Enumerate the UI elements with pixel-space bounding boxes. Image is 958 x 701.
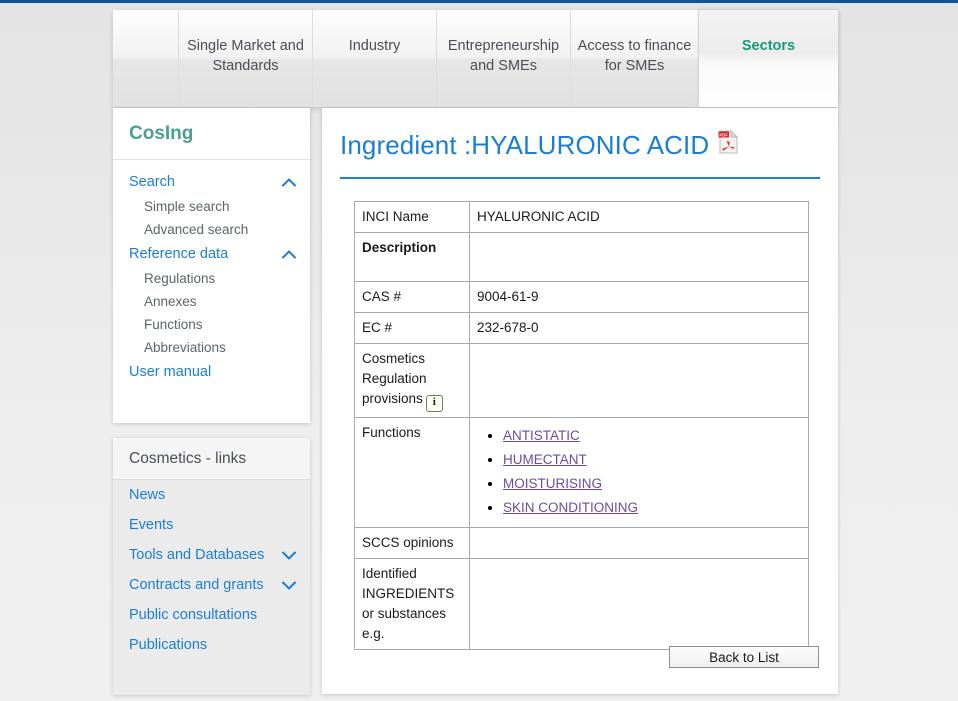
function-links-list: ANTISTATIC HUMECTANT MOISTURISING SKIN C… bbox=[477, 426, 801, 518]
row-label: Cosmetics Regulation provisionsi bbox=[355, 344, 470, 418]
table-row: Functions ANTISTATIC HUMECTANT MOISTURIS… bbox=[355, 418, 809, 528]
row-label: CAS # bbox=[355, 282, 470, 313]
svg-text:PDF: PDF bbox=[720, 132, 729, 137]
function-link-humectant[interactable]: HUMECTANT bbox=[503, 452, 587, 467]
link-item-events[interactable]: Events bbox=[113, 510, 310, 540]
row-value: HYALURONIC ACID bbox=[470, 202, 809, 233]
primary-tab-bar: Single Market and Standards Industry Ent… bbox=[113, 10, 838, 107]
page-title-value: HYALURONIC ACID bbox=[471, 130, 709, 161]
pdf-icon[interactable]: PDF bbox=[718, 130, 739, 161]
row-value: ANTISTATIC HUMECTANT MOISTURISING SKIN C… bbox=[470, 418, 809, 528]
link-item-public-consultations[interactable]: Public consultations bbox=[113, 600, 310, 630]
tab-industry[interactable]: Industry bbox=[313, 10, 437, 107]
table-row: INCI Name HYALURONIC ACID bbox=[355, 202, 809, 233]
row-label: Functions bbox=[355, 418, 470, 528]
top-accent-bar bbox=[0, 0, 958, 3]
row-label: EC # bbox=[355, 313, 470, 344]
tab-label: Industry bbox=[349, 36, 401, 56]
links-list: News Events Tools and Databases Contract… bbox=[113, 480, 310, 660]
sidebar-item-simple-search[interactable]: Simple search bbox=[113, 195, 310, 218]
sidebar-item-label: Annexes bbox=[144, 294, 197, 309]
tab-label: Entrepreneurship and SMEs bbox=[437, 36, 570, 76]
sidebar-item-advanced-search[interactable]: Advanced search bbox=[113, 218, 310, 241]
table-row: CAS # 9004-61-9 bbox=[355, 282, 809, 313]
cosmetics-links-panel: Cosmetics - links News Events Tools and … bbox=[113, 438, 310, 695]
table-row: SCCS opinions bbox=[355, 528, 809, 559]
row-value bbox=[470, 344, 809, 418]
row-value: 9004-61-9 bbox=[470, 282, 809, 313]
link-item-contracts-and-grants[interactable]: Contracts and grants bbox=[113, 570, 310, 600]
sidebar-item-search[interactable]: Search bbox=[113, 169, 310, 195]
chevron-down-icon[interactable] bbox=[282, 581, 296, 590]
link-item-label: Publications bbox=[129, 637, 207, 653]
link-item-label: Events bbox=[129, 517, 173, 533]
table-row: Identified INGREDIENTS or substances e.g… bbox=[355, 559, 809, 650]
list-item: ANTISTATIC bbox=[503, 426, 801, 446]
link-item-label: News bbox=[129, 487, 165, 503]
link-item-publications[interactable]: Publications bbox=[113, 630, 310, 660]
chevron-down-icon[interactable] bbox=[282, 551, 296, 560]
sidebar-item-label: Functions bbox=[144, 317, 203, 332]
list-item: SKIN CONDITIONING bbox=[503, 498, 801, 518]
sidebar-item-regulations[interactable]: Regulations bbox=[113, 267, 310, 290]
sidebar-item-label: Regulations bbox=[144, 271, 215, 286]
tab-sectors[interactable]: Sectors bbox=[699, 10, 838, 107]
row-value bbox=[470, 559, 809, 650]
back-to-list-button[interactable]: Back to List bbox=[669, 646, 819, 668]
row-value: 232-678-0 bbox=[470, 313, 809, 344]
sidebar-item-functions[interactable]: Functions bbox=[113, 313, 310, 336]
tab-label: Single Market and Standards bbox=[179, 36, 312, 76]
tab-single-market-and-standards[interactable]: Single Market and Standards bbox=[179, 10, 313, 107]
cosing-panel-header: CosIng bbox=[113, 108, 310, 160]
function-link-skin-conditioning[interactable]: SKIN CONDITIONING bbox=[503, 500, 638, 515]
cosing-nav-list: Search Simple search Advanced search Ref… bbox=[113, 160, 310, 385]
table-row: Cosmetics Regulation provisionsi bbox=[355, 344, 809, 418]
row-value bbox=[470, 528, 809, 559]
link-item-news[interactable]: News bbox=[113, 480, 310, 510]
sidebar-item-label: Simple search bbox=[144, 199, 230, 214]
cosing-title: CosIng bbox=[129, 123, 193, 145]
tab-access-to-finance-for-smes[interactable]: Access to finance for SMEs bbox=[571, 10, 699, 107]
row-value bbox=[470, 233, 809, 282]
sidebar-item-annexes[interactable]: Annexes bbox=[113, 290, 310, 313]
row-label: Identified INGREDIENTS or substances e.g… bbox=[355, 559, 470, 650]
page-title-prefix: Ingredient : bbox=[340, 130, 471, 161]
row-label: SCCS opinions bbox=[355, 528, 470, 559]
table-row: Description bbox=[355, 233, 809, 282]
link-item-label: Tools and Databases bbox=[129, 547, 264, 563]
sidebar-item-label: Search bbox=[129, 174, 175, 190]
link-item-label: Public consultations bbox=[129, 607, 257, 623]
sidebar-item-label: User manual bbox=[129, 364, 211, 380]
list-item: MOISTURISING bbox=[503, 474, 801, 494]
sidebar-item-abbreviations[interactable]: Abbreviations bbox=[113, 336, 310, 359]
function-link-antistatic[interactable]: ANTISTATIC bbox=[503, 428, 580, 443]
row-label: INCI Name bbox=[355, 202, 470, 233]
sidebar-item-reference-data[interactable]: Reference data bbox=[113, 241, 310, 267]
row-label-text: Cosmetics Regulation provisions bbox=[362, 351, 427, 406]
links-panel-header: Cosmetics - links bbox=[113, 438, 310, 480]
info-icon[interactable]: i bbox=[426, 395, 443, 412]
tab-label: Access to finance for SMEs bbox=[571, 36, 698, 76]
chevron-up-icon[interactable] bbox=[282, 178, 296, 187]
chevron-up-icon[interactable] bbox=[282, 250, 296, 259]
cosing-sidebar-panel: CosIng Search Simple search Advanced sea… bbox=[113, 108, 310, 423]
tab-label: Sectors bbox=[742, 36, 795, 56]
table-row: EC # 232-678-0 bbox=[355, 313, 809, 344]
title-divider bbox=[340, 177, 820, 179]
sidebar-item-label: Abbreviations bbox=[144, 340, 226, 355]
link-item-tools-and-databases[interactable]: Tools and Databases bbox=[113, 540, 310, 570]
sidebar-item-label: Advanced search bbox=[144, 222, 248, 237]
link-item-label: Contracts and grants bbox=[129, 577, 264, 593]
sidebar-item-user-manual[interactable]: User manual bbox=[113, 359, 310, 385]
page-title: Ingredient : HYALURONIC ACID PDF bbox=[322, 108, 838, 161]
list-item: HUMECTANT bbox=[503, 450, 801, 470]
tab-entrepreneurship-and-smes[interactable]: Entrepreneurship and SMEs bbox=[437, 10, 571, 107]
row-label: Description bbox=[355, 233, 470, 282]
ingredient-detail-panel: Ingredient : HYALURONIC ACID PDF INCI Na… bbox=[322, 108, 838, 694]
function-link-moisturising[interactable]: MOISTURISING bbox=[503, 476, 602, 491]
links-panel-title: Cosmetics - links bbox=[129, 450, 246, 468]
tab-spacer bbox=[113, 10, 179, 107]
ingredient-properties-table: INCI Name HYALURONIC ACID Description CA… bbox=[354, 201, 809, 650]
sidebar-item-label: Reference data bbox=[129, 246, 228, 262]
